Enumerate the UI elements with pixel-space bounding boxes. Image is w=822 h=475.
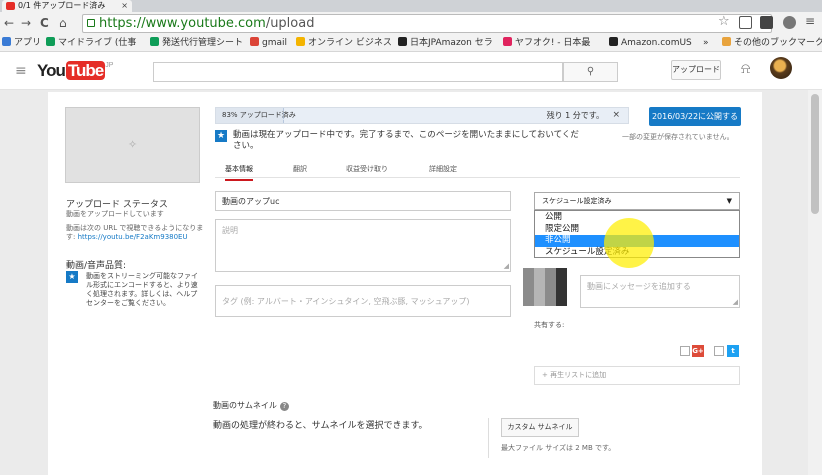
back-arrow-icon[interactable]: ← (4, 15, 14, 31)
address-bar[interactable]: https://www.youtube.com/upload (82, 14, 772, 33)
amazon-icon (398, 37, 407, 46)
divider (488, 418, 489, 458)
tab-title: 0/1 件アップロード済み (18, 1, 106, 10)
extension-icon[interactable] (739, 16, 752, 29)
bookmark-item[interactable]: Amazon.comUS (609, 34, 692, 51)
drive-icon (150, 37, 159, 46)
search-button[interactable]: ⚲ (563, 62, 618, 82)
title-input[interactable]: 動画のアップuc (215, 191, 511, 211)
description-textarea[interactable]: 説明 ◢ (215, 219, 511, 272)
url-host: https://www.youtube.com (99, 16, 266, 31)
gmail-icon (250, 37, 259, 46)
cursor-highlight (604, 218, 654, 268)
yahoo-icon (503, 37, 512, 46)
upload-progress-bar: 83% アップロード済み 残り 1 分です。 × (215, 107, 629, 124)
menu-icon[interactable]: ≡ (15, 63, 27, 79)
tab-basic-info[interactable]: 基本情報 (225, 164, 253, 181)
tags-input[interactable]: タグ (例: アルバート・アインシュタイン, 空飛ぶ豚, マッシュアップ) (215, 285, 511, 317)
privacy-select[interactable]: スケジュール設定済み ▼ (534, 192, 740, 210)
video-url-label: 動画は次の URL で視聴できるようになります: https://youtu.b… (66, 224, 204, 241)
bookmark-item[interactable]: 日本JPAmazon セラ (398, 34, 493, 51)
bookmark-apps[interactable]: アプリ (2, 34, 41, 51)
thumbnail-processing-text: 動画の処理が終わると、サムネイルを選択できます。 (213, 421, 428, 431)
upload-status-text: 動画をアップロードしています (66, 210, 164, 218)
publish-button[interactable]: 2016/03/22に公開する (649, 107, 741, 126)
google-plus-icon[interactable]: G+ (692, 345, 704, 357)
unsaved-changes-text: 一部の変更が保存されていません。 (622, 133, 734, 141)
star-icon: ★ (215, 130, 227, 142)
upload-tabs: 基本情報 翻訳 収益受け取り 詳細設定 (215, 160, 740, 181)
cancel-upload-icon[interactable]: × (612, 108, 620, 123)
chrome-menu-icon[interactable]: ≡ (805, 15, 818, 28)
quality-heading: 動画/音声品質: (66, 261, 127, 271)
quality-help-text: 動画をストリーミング可能なファイル形式にエンコードすると、より速く処理されます。… (86, 272, 198, 307)
youtube-favicon-icon (6, 2, 15, 10)
share-label: 共有する: (534, 321, 565, 329)
url-path: /upload (265, 16, 315, 31)
tab-translation[interactable]: 翻訳 (293, 164, 307, 174)
bookmarks-overflow[interactable]: » (703, 34, 709, 51)
max-file-size-text: 最大ファイル サイズは 2 MB です。 (501, 444, 616, 452)
resize-handle-icon[interactable]: ◢ (504, 262, 509, 270)
bookmark-star-icon[interactable]: ☆ (718, 14, 730, 29)
amazon-icon (609, 37, 618, 46)
bookmark-other[interactable]: その他のブックマーク (722, 34, 822, 51)
upload-button[interactable]: アップロード (671, 60, 721, 80)
video-thumbnail-placeholder: ✧ (65, 107, 200, 183)
scrollbar[interactable] (808, 90, 822, 475)
video-url-link[interactable]: https://youtu.be/F2aKm9380EU (78, 233, 188, 241)
tab-close-icon[interactable]: × (121, 0, 128, 12)
upload-status-heading: アップロード ステータス (66, 200, 168, 210)
browser-toolbar: ← → C ⌂ https://www.youtube.com/upload (0, 12, 822, 34)
avatar[interactable] (770, 57, 792, 79)
thumbnail-heading: 動画のサムネイル? (213, 400, 289, 411)
bookmark-item[interactable]: マイドライブ (仕事 (46, 34, 136, 51)
reload-icon[interactable]: C (40, 15, 49, 31)
bell-icon[interactable]: ⍾ (741, 61, 750, 77)
home-icon[interactable]: ⌂ (59, 15, 67, 31)
browser-tabbar: 0/1 件アップロード済み × (0, 0, 822, 12)
bookmark-item[interactable]: ヤフオク! - 日本最 (503, 34, 590, 51)
drive-icon (296, 37, 305, 46)
apps-grid-icon (2, 37, 11, 46)
share-checkbox[interactable] (714, 346, 724, 356)
bookmarks-bar: アプリ マイドライブ (仕事 発送代行管理シート gmail オンライン ビジネ… (0, 34, 822, 52)
time-remaining: 残り 1 分です。 (546, 111, 604, 120)
help-icon[interactable]: ? (279, 402, 289, 411)
drive-icon (46, 37, 55, 46)
channel-thumbnail (523, 268, 567, 306)
add-to-playlist-button[interactable]: + 再生リストに追加 (534, 366, 740, 385)
tab-advanced-settings[interactable]: 詳細設定 (429, 164, 457, 174)
forward-arrow-icon[interactable]: → (21, 15, 31, 31)
bookmark-item[interactable]: gmail (250, 34, 287, 51)
search-icon: ⚲ (586, 66, 595, 77)
twitter-icon[interactable]: t (727, 345, 739, 357)
chevron-down-icon: ▼ (726, 197, 732, 205)
extension-icon[interactable] (783, 16, 796, 29)
bookmark-item[interactable]: オンライン ビジネス (296, 34, 392, 51)
search-input[interactable] (153, 62, 563, 82)
browser-tab[interactable]: 0/1 件アップロード済み × (2, 0, 132, 12)
lock-icon (87, 19, 95, 27)
bookmark-item[interactable]: 発送代行管理シート (150, 34, 243, 51)
extension-icon[interactable] (760, 16, 773, 29)
tab-monetization[interactable]: 収益受け取り (346, 164, 388, 174)
upload-notice: 動画は現在アップロード中です。完了するまで、このページを開いたままにしておいてく… (233, 130, 579, 151)
folder-icon (722, 37, 731, 46)
youtube-logo[interactable]: You Tube JP (37, 61, 113, 81)
custom-thumbnail-button[interactable]: カスタム サムネイル (501, 418, 579, 437)
resize-handle-icon[interactable]: ◢ (733, 298, 738, 306)
star-icon: ★ (66, 271, 78, 283)
loading-spinner-icon: ✧ (128, 138, 138, 151)
scrollbar-thumb[interactable] (811, 94, 819, 214)
message-textarea[interactable]: 動画にメッセージを追加する ◢ (580, 275, 740, 308)
share-checkbox[interactable] (680, 346, 690, 356)
progress-text: 83% アップロード済み (222, 111, 296, 119)
